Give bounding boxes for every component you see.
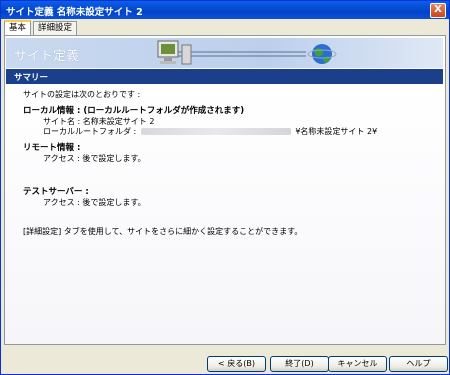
connection-lines-icon (176, 51, 306, 57)
testing-server-heading: テストサーバー : (23, 187, 89, 197)
title-bar[interactable]: サイト定義 名称未設定サイト 2 X (1, 1, 449, 19)
banner-graphic (157, 40, 337, 65)
back-button[interactable]: < 戻る(B) (207, 356, 266, 372)
summary-intro: サイトの設定は次のとおりです : (23, 90, 141, 99)
tab-advanced[interactable]: 詳細設定 (33, 21, 78, 35)
tab-basic[interactable]: 基本 (4, 20, 32, 36)
local-root-line: ローカルルートフォルダ : ¥名称未設定サイト 2¥ (43, 126, 377, 137)
window-title: サイト定義 名称未設定サイト 2 (6, 7, 143, 18)
local-info-heading: ローカル情報 : (ローカルルートフォルダが作成されます) (23, 106, 245, 116)
basic-panel: サイト定義 サマリー サイトの設定は次のとおりです: ローカル情報: (ロー… (4, 35, 446, 345)
summary-content: サイトの設定は次のとおりです : ローカル情報 : (ローカルルートフォルダが作… (5, 84, 445, 344)
globe-icon (307, 44, 337, 64)
local-root-suffix: ¥名称未設定サイト 2¥ (295, 127, 378, 136)
advanced-tab-note: [詳細設定] タブを使用して、サイトをさらに細かく設定することができます。 (23, 227, 303, 236)
testing-access-line: アクセス : 後で設定します。 (43, 198, 146, 207)
remote-access-line: アクセス : 後で設定します。 (43, 154, 146, 163)
remote-info-heading: リモート情報 : (23, 143, 81, 153)
local-root-label: ローカルルートフォルダ : (43, 127, 137, 136)
redacted-path (140, 128, 291, 135)
summary-header-label: サマリー (14, 73, 49, 83)
close-icon: X (434, 4, 442, 15)
cancel-button[interactable]: キャンセル (328, 356, 387, 372)
server-icon (181, 44, 192, 65)
finish-button[interactable]: 終了(D) (270, 356, 329, 372)
summary-header: サマリー (6, 69, 443, 84)
close-button[interactable]: X (430, 3, 446, 18)
banner-title: サイト定義 (14, 49, 80, 64)
help-button[interactable]: ヘルプ (389, 356, 448, 372)
monitor-icon (157, 40, 179, 64)
banner: サイト定義 (6, 38, 443, 68)
site-definition-window: サイト定義 名称未設定サイト 2 X 基本 詳細設定 サイト定義 サマリー サイ… (0, 0, 450, 375)
